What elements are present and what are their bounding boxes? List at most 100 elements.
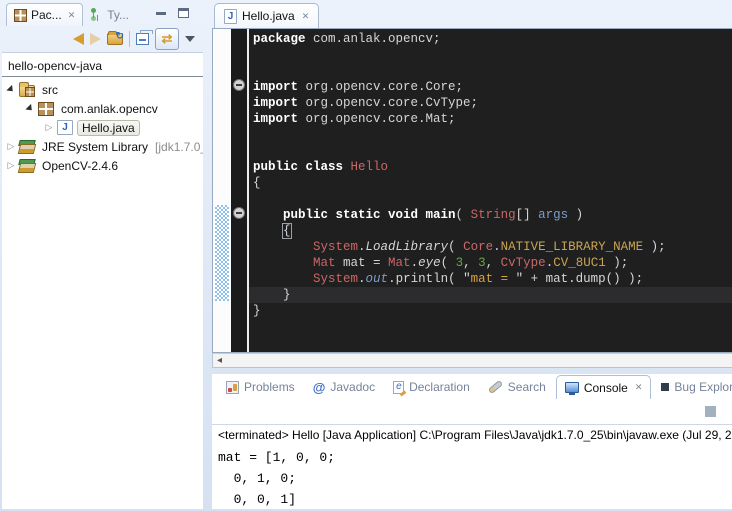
horizontal-scrollbar[interactable]: ◂ [212,353,732,368]
code-line: import org.opencv.core.Core; [253,79,732,95]
code-token: package [253,32,306,46]
code-token: com.anlak.opencv; [306,32,441,46]
maximize-icon[interactable] [178,8,189,18]
code-token [253,240,313,254]
terminate-icon[interactable] [705,406,716,417]
scroll-left-icon[interactable]: ◂ [217,355,222,366]
close-icon[interactable]: ✕ [635,382,643,393]
code-token: public class [253,160,343,174]
tree-item-src[interactable]: src [2,80,203,99]
code-token: NATIVE_LIBRARY_NAME [501,240,644,254]
code-token: Hello [351,160,389,174]
minimize-icon[interactable] [156,12,166,15]
code-line [253,191,732,207]
code-token: 3 [456,256,464,270]
tab-label: Bug Explorer [674,380,732,394]
tree-item-jre-system-library[interactable]: ▷JRE System Library[jdk1.7.0_25] [2,137,203,156]
code-line: public class Hello [253,159,732,175]
tab-problems[interactable]: Problems [218,375,303,399]
link-with-editor-icon[interactable]: ⇄ [155,28,179,50]
view-menu-icon[interactable] [185,36,195,42]
code-token: Mat [388,256,411,270]
collapsed-arrow-icon[interactable]: ▷ [44,123,54,132]
package-explorer-tree[interactable]: hello-opencv-java srccom.anlak.opencv▷JH… [2,52,203,509]
code-token: Mat [313,256,336,270]
folding-bar[interactable] [231,29,249,352]
search-icon [488,380,503,394]
forward-arrow-icon[interactable] [90,33,101,45]
tab-label: Declaration [409,380,470,394]
console-output-line: mat = [1, 0, 0; [218,447,726,468]
package-explorer-icon [14,9,27,22]
code-line [253,127,732,143]
code-token: , [486,256,501,270]
code-token [253,224,283,238]
close-icon[interactable]: ✕ [68,10,76,21]
code-token: } [253,304,261,318]
expanded-arrow-icon[interactable] [6,87,16,92]
code-token: System [313,240,358,254]
code-token [253,256,313,270]
tab-bug-explorer[interactable]: Bug Explorer [653,375,732,399]
collapse-all-icon[interactable] [136,33,149,45]
code-token: ) [568,208,583,222]
tree-item-opencv-2-4-6[interactable]: ▷OpenCV-2.4.6 [2,156,203,175]
tab-ty-[interactable]: Ty... [83,3,136,26]
tab-javadoc[interactable]: @Javadoc [305,375,383,399]
code-line [253,143,732,159]
tree-item-label: JRE System Library [39,140,151,154]
package-icon [38,102,54,116]
console-toolbar [212,399,732,425]
code-line: import org.opencv.core.CvType; [253,95,732,111]
editor-tab-label: Hello.java [242,9,295,23]
tab-search[interactable]: Search [480,375,554,399]
collapsed-arrow-icon[interactable]: ▷ [6,142,16,151]
code-editor[interactable]: package com.anlak.opencv; import org.open… [212,28,732,353]
code-token: . [411,256,419,270]
tab-console[interactable]: Console✕ [556,375,652,399]
console-output-line: 0, 0, 1] [218,489,726,509]
code-token: mat = [471,272,516,286]
toolbar-separator [129,31,130,47]
collapsed-arrow-icon[interactable]: ▷ [6,161,16,170]
code-token: ); [606,256,629,270]
tab-declaration[interactable]: Declaration [385,375,478,399]
console-icon [565,382,579,393]
tab-label: Javadoc [330,380,375,394]
library-icon [19,159,35,175]
code-token: { [253,176,261,190]
bug-square-icon [661,383,669,391]
project-label[interactable]: hello-opencv-java [2,57,203,76]
code-token: + mat.dump() ); [523,272,643,286]
back-arrow-icon[interactable] [73,33,84,45]
console-output[interactable]: mat = [1, 0, 0; 0, 1, 0; 0, 0, 1] [212,445,732,509]
code-token: org.opencv.core.Core; [298,80,463,94]
code-token: String [471,208,516,222]
tree-item-hello-java[interactable]: ▷JHello.java [2,118,203,137]
tab-pac-[interactable]: Pac...✕ [6,3,83,26]
close-icon[interactable]: ✕ [302,11,310,22]
code-line: { [253,223,732,239]
code-token: ); [643,240,666,254]
code-line: } [249,287,732,303]
tree-item-label: Hello.java [77,120,140,136]
code-token: import [253,112,298,126]
code-token: org.opencv.core.Mat; [298,112,456,126]
eclipse-workbench: { "package_explorer": { "view_tabs": [ {… [0,0,732,511]
code-line: public static void main( String[] args ) [253,207,732,223]
range-indicator [215,205,229,301]
go-up-icon[interactable] [107,33,123,45]
expanded-arrow-icon[interactable] [25,106,35,111]
code-token: Core [463,240,493,254]
code-token: " [463,272,471,286]
fold-collapse-icon[interactable] [233,79,245,91]
code-text[interactable]: package com.anlak.opencv; import org.open… [249,29,732,352]
code-token: 3 [478,256,486,270]
tree-item-com-anlak-opencv[interactable]: com.anlak.opencv [2,99,203,118]
fold-collapse-icon[interactable] [233,207,245,219]
code-token: [] [516,208,539,222]
annotation-ruler[interactable] [213,29,231,352]
code-token: mat = [336,256,389,270]
code-line: { [253,175,732,191]
editor-tab-hello-java[interactable]: J Hello.java ✕ [214,3,319,28]
